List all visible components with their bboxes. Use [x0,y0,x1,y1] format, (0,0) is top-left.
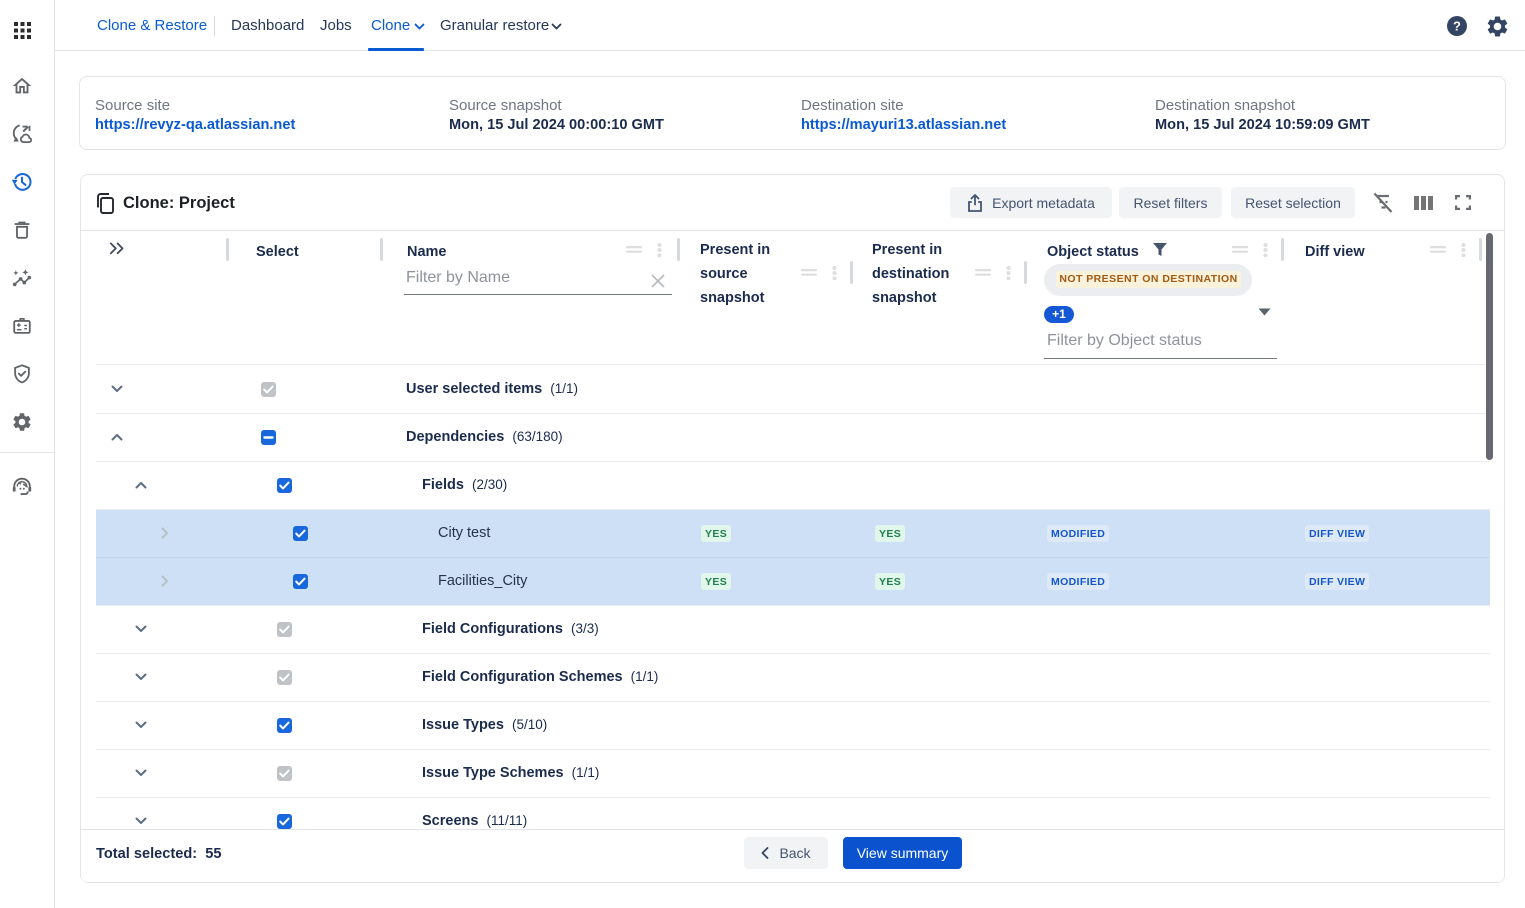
svg-text:?: ? [1453,19,1461,34]
